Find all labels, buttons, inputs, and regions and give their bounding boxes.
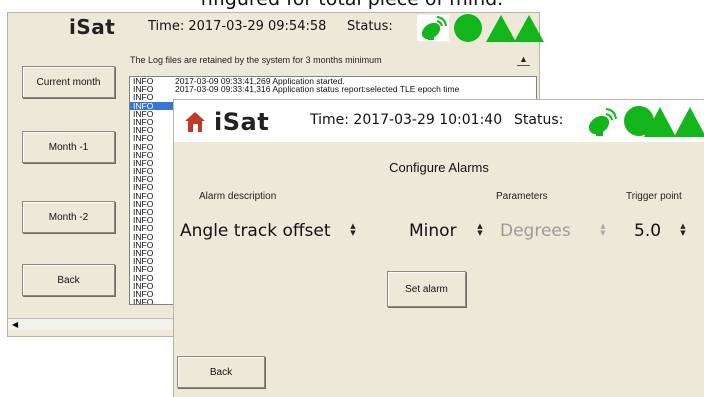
alert-triangle-icon bbox=[674, 107, 704, 137]
month-minus-1-button[interactable]: Month -1 bbox=[22, 131, 115, 163]
log-row[interactable]: INFO 2017-03-09 09:33:41,316 Application … bbox=[130, 84, 536, 95]
alarm-description-header: Alarm description bbox=[199, 191, 277, 202]
satellite-dish-icon bbox=[585, 107, 619, 137]
alarm-description-value: Angle track offset bbox=[180, 221, 331, 241]
set-alarm-button[interactable]: Set alarm bbox=[387, 271, 466, 307]
clock-time: Time: 2017-03-29 10:01:40 bbox=[310, 112, 503, 128]
configure-alarms-window: iSat Time: 2017-03-29 10:01:40 Status: C… bbox=[173, 99, 704, 397]
clock-time: Time: 2017-03-29 09:54:58 bbox=[148, 19, 327, 34]
spinner-arrows-icon: ▲ ▼ bbox=[600, 222, 606, 237]
alarm-description-spinner[interactable]: Angle track offset ▲ ▼ bbox=[180, 218, 360, 244]
status-ok-icon bbox=[454, 14, 482, 42]
log-level: INFO bbox=[133, 297, 154, 305]
trigger-point-spinner[interactable]: 5.0 ▲ ▼ bbox=[634, 218, 690, 244]
parameters-header: Parameters bbox=[496, 191, 548, 202]
isat-logo: iSat bbox=[69, 15, 116, 39]
scroll-left-arrow-icon[interactable]: ◀ bbox=[12, 319, 18, 331]
alert-triangle-icon bbox=[644, 107, 676, 137]
scroll-up-arrow-icon[interactable]: ▲ bbox=[517, 53, 530, 66]
parameters-spinner: Degrees ▲ ▼ bbox=[500, 218, 610, 244]
status-label: Status: bbox=[347, 19, 393, 34]
alert-triangle-icon bbox=[486, 15, 516, 42]
back-button[interactable]: Back bbox=[177, 356, 265, 388]
severity-spinner[interactable]: Minor ▲ ▼ bbox=[409, 218, 487, 244]
trigger-point-header: Trigger point bbox=[626, 191, 682, 202]
severity-value: Minor bbox=[409, 221, 457, 241]
status-label: Status: bbox=[514, 112, 564, 128]
current-month-button[interactable]: Current month bbox=[22, 66, 115, 98]
trigger-point-value: 5.0 bbox=[634, 221, 662, 241]
background-caption: nfigured for total piece of mind. bbox=[0, 0, 704, 10]
log-message: 2017-03-09 09:33:41,316 Application stat… bbox=[175, 84, 460, 95]
page-title: Configure Alarms bbox=[389, 160, 489, 175]
spinner-arrows-icon[interactable]: ▲ ▼ bbox=[348, 223, 358, 239]
parameters-value: Degrees bbox=[500, 221, 571, 241]
spinner-arrows-icon[interactable]: ▲ ▼ bbox=[678, 223, 688, 239]
configure-alarms-header: iSat Time: 2017-03-29 10:01:40 Status: bbox=[174, 100, 704, 142]
month-minus-2-button[interactable]: Month -2 bbox=[22, 201, 115, 233]
satellite-dish-icon bbox=[417, 15, 449, 41]
retention-notice: The Log files are retained by the system… bbox=[130, 55, 382, 65]
log-viewer-header: iSat Time: 2017-03-29 09:54:58 Status: bbox=[8, 13, 544, 43]
home-icon[interactable] bbox=[184, 111, 206, 133]
back-button[interactable]: Back bbox=[22, 264, 115, 296]
spinner-arrows-icon[interactable]: ▲ ▼ bbox=[475, 223, 485, 239]
isat-logo: iSat bbox=[214, 108, 270, 136]
alert-triangle-icon bbox=[514, 15, 544, 42]
